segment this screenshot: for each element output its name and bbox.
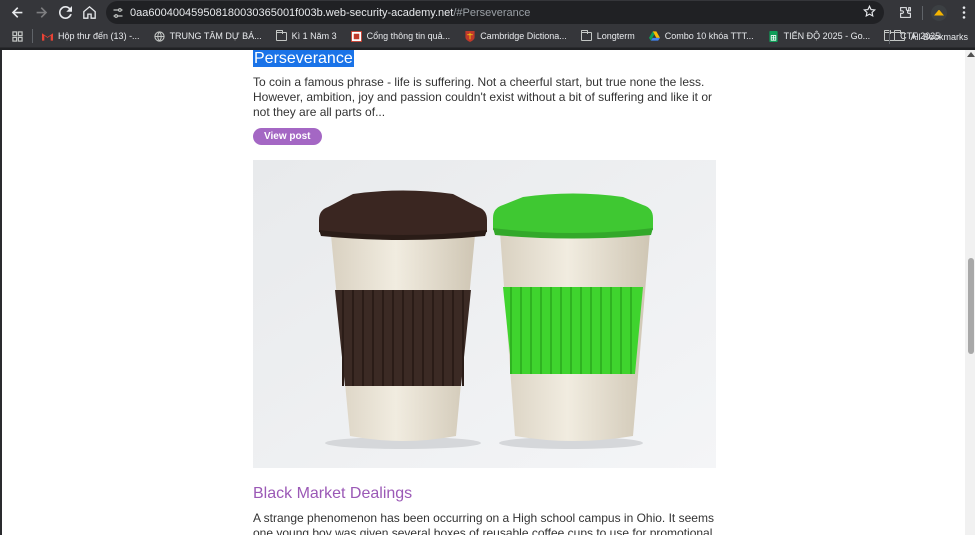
blog-post: Perseverance To coin a famous phrase - l…	[253, 50, 718, 145]
url-host: 0aa600400459508180030365001f003b.web-sec…	[130, 6, 454, 19]
post-title[interactable]: Perseverance	[253, 50, 718, 68]
address-bar[interactable]: 0aa600400459508180030365001f003b.web-sec…	[106, 1, 884, 24]
bookmark-item[interactable]: TRUNG TÂM DỰ BÁ...	[147, 25, 269, 48]
bookmark-item[interactable]: TIẾN ĐỘ 2025 - Go...	[761, 25, 878, 48]
scrollbar-thumb[interactable]	[968, 258, 974, 354]
url-path: /#Perseverance	[453, 6, 531, 19]
drive-icon	[648, 31, 660, 42]
extensions-icon[interactable]	[891, 0, 919, 25]
post-title[interactable]: Black Market Dealings	[253, 484, 718, 504]
folder-icon	[580, 29, 592, 42]
sheets-icon	[768, 30, 779, 42]
page-viewport: Perseverance To coin a famous phrase - l…	[2, 50, 965, 535]
bookmark-label: Cambridge Dictiona...	[480, 31, 567, 41]
avatar	[931, 4, 947, 21]
view-post-button[interactable]: View post	[253, 128, 322, 145]
bookmark-label: TIẾN ĐỘ 2025 - Go...	[783, 31, 871, 41]
profile-avatar[interactable]	[925, 0, 953, 25]
post-title-text: Perseverance	[253, 50, 354, 67]
bookmark-star-icon[interactable]	[862, 4, 877, 23]
browser-toolbar: 0aa600400459508180030365001f003b.web-sec…	[0, 0, 975, 25]
post-description: A strange phenomenon has been occurring …	[253, 511, 714, 535]
all-bookmarks-button[interactable]: All Bookmarks	[887, 25, 975, 48]
home-icon[interactable]	[77, 0, 101, 24]
bookmark-item[interactable]: Combo 10 khóa TTT...	[642, 25, 761, 48]
bookmark-label: Cổng thông tin quả...	[366, 31, 451, 41]
reload-icon[interactable]	[53, 0, 77, 24]
bookmarks-bar: Hộp thư đến (13) -... TRUNG TÂM DỰ BÁ...…	[0, 25, 975, 48]
post-image[interactable]	[253, 160, 716, 468]
apps-grid-icon[interactable]	[0, 25, 30, 48]
post-description: To coin a famous phrase - life is suffer…	[253, 75, 712, 119]
bookmark-label: Combo 10 khóa TTT...	[664, 31, 754, 41]
forward-icon[interactable]	[29, 0, 53, 24]
menu-kebab-icon[interactable]	[953, 0, 975, 25]
cambridge-icon	[464, 30, 475, 42]
blog-post: Black Market Dealings A strange phenomen…	[253, 484, 718, 535]
bookmark-label: Longterm	[596, 31, 635, 41]
folder-icon	[275, 29, 287, 42]
bookmark-item[interactable]: Cambridge Dictiona...	[457, 25, 574, 48]
site-icon	[350, 30, 362, 42]
back-icon[interactable]	[5, 0, 29, 24]
bookmark-item[interactable]: Kì 1 Năm 3	[269, 25, 344, 48]
bookmark-label: Kì 1 Năm 3	[291, 31, 337, 41]
bookmark-label: Hộp thư đến (13) -...	[58, 31, 140, 41]
scroll-up-arrow-icon[interactable]	[967, 52, 975, 57]
url-text: 0aa600400459508180030365001f003b.web-sec…	[130, 7, 530, 19]
all-bookmarks-label: All Bookmarks	[910, 31, 968, 42]
bookmarks-divider	[32, 29, 33, 43]
site-info-icon[interactable]	[106, 7, 130, 19]
bookmark-item[interactable]: Longterm	[574, 25, 642, 48]
bookmark-item[interactable]: Cổng thông tin quả...	[344, 25, 458, 48]
globe-icon	[153, 30, 165, 42]
gmail-icon	[42, 31, 53, 42]
folder-icon	[894, 30, 906, 42]
bookmark-label: TRUNG TÂM DỰ BÁ...	[169, 31, 262, 41]
bookmark-item[interactable]: Hộp thư đến (13) -...	[35, 25, 147, 48]
